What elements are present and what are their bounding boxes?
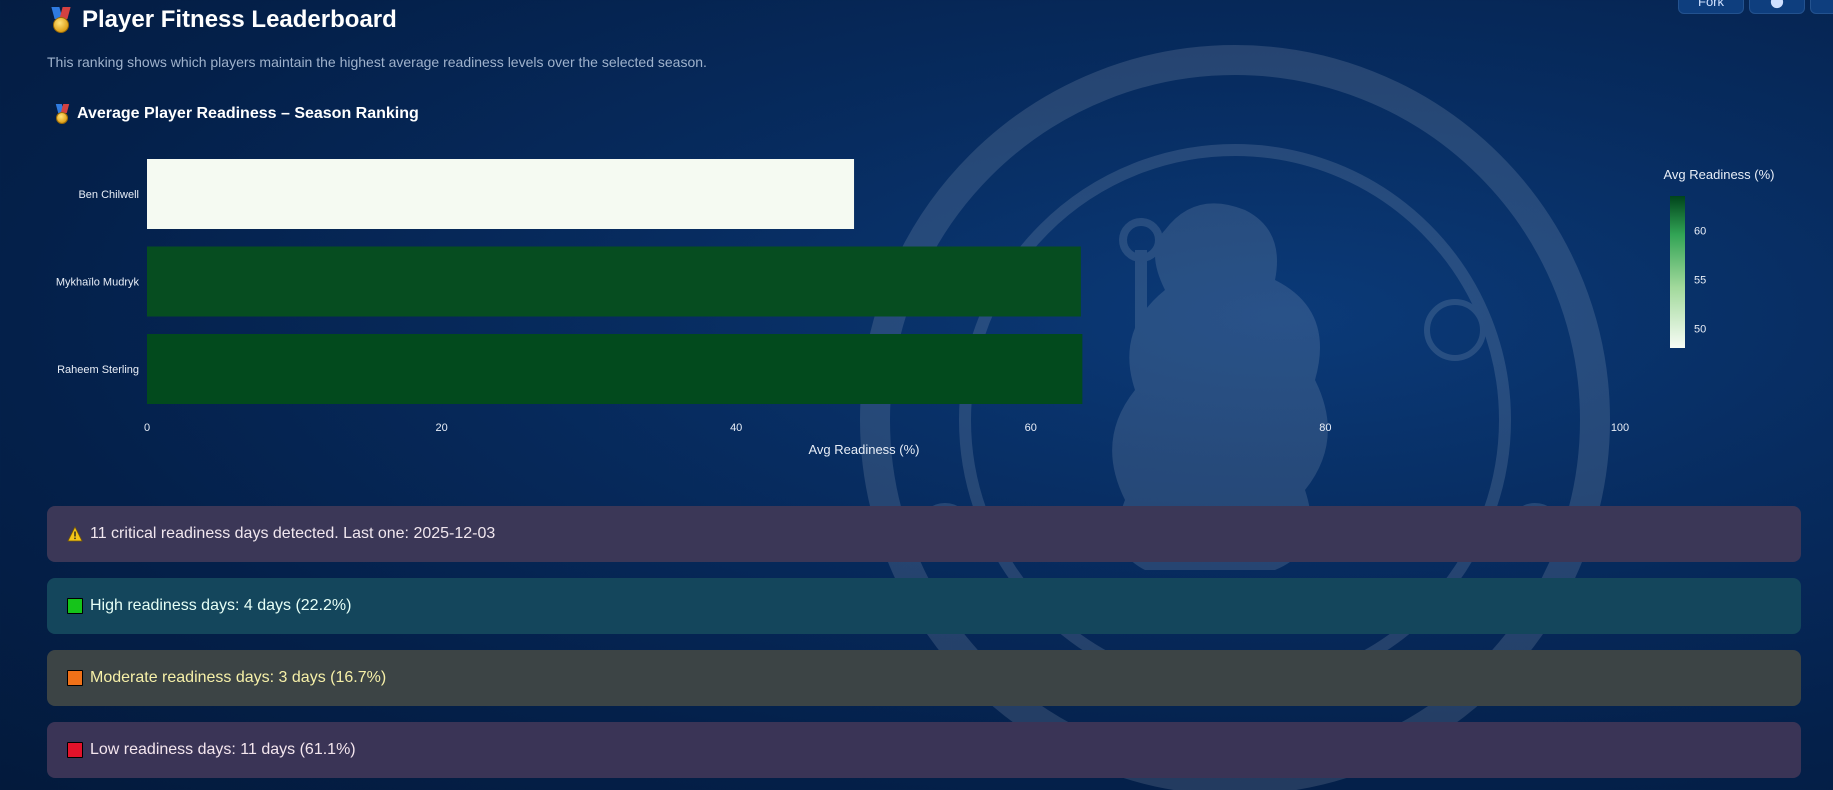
more-menu-button[interactable] xyxy=(1810,0,1833,14)
y-tick-label: Ben Chilwell xyxy=(78,189,139,201)
chart-section-title: Average Player Readiness – Season Rankin… xyxy=(54,104,419,124)
fork-button[interactable]: Fork xyxy=(1678,0,1744,14)
orange-square-icon xyxy=(67,670,83,686)
page-title-text: Player Fitness Leaderboard xyxy=(82,6,397,33)
colorbar-tick-label: 50 xyxy=(1694,323,1706,335)
x-tick-label: 0 xyxy=(144,422,150,434)
chart-svg: Ben Chilwell Mykhaïlo Mudryk Raheem Sterli… xyxy=(56,159,1775,457)
medal-icon xyxy=(50,7,72,33)
y-tick-label: Raheem Sterling xyxy=(57,364,139,376)
chart-section-title-text: Average Player Readiness – Season Rankin… xyxy=(77,105,419,122)
colorbar-title: Avg Readiness (%) xyxy=(1663,167,1774,182)
x-tick-label: 100 xyxy=(1611,422,1629,434)
github-icon xyxy=(1770,0,1784,9)
critical-days-alert: 11 critical readiness days detected. Las… xyxy=(47,506,1801,562)
alert-text: 11 critical readiness days detected. Las… xyxy=(90,525,496,542)
colorbar-tick-label: 55 xyxy=(1694,274,1706,286)
page-title: Player Fitness Leaderboard xyxy=(50,6,397,34)
x-axis-label: Avg Readiness (%) xyxy=(808,442,919,457)
alert-text: High readiness days: 4 days (22.2%) xyxy=(90,597,352,614)
high-readiness-alert: High readiness days: 4 days (22.2%) xyxy=(47,578,1801,634)
moderate-readiness-alert: Moderate readiness days: 3 days (16.7%) xyxy=(47,650,1801,706)
github-button[interactable] xyxy=(1749,0,1805,14)
alert-text: Low readiness days: 11 days (61.1%) xyxy=(90,741,356,758)
x-tick-label: 60 xyxy=(1025,422,1037,434)
x-tick-label: 40 xyxy=(730,422,742,434)
x-tick-label: 80 xyxy=(1319,422,1331,434)
warning-icon xyxy=(67,526,83,542)
alert-text: Moderate readiness days: 3 days (16.7%) xyxy=(90,669,387,686)
page-subtitle: This ranking shows which players maintai… xyxy=(47,54,707,70)
medal-icon xyxy=(54,104,71,124)
bar-mykha-lo-mudryk[interactable] xyxy=(147,246,1081,317)
bar-ben-chilwell[interactable] xyxy=(147,159,855,229)
green-square-icon xyxy=(67,598,83,614)
bar-raheem-sterling[interactable] xyxy=(147,334,1083,404)
red-square-icon xyxy=(67,742,83,758)
low-readiness-alert: Low readiness days: 11 days (61.1%) xyxy=(47,722,1801,778)
colorbar-tick-label: 60 xyxy=(1694,225,1706,237)
x-tick-label: 20 xyxy=(435,422,447,434)
colorbar xyxy=(1670,196,1685,348)
y-tick-label: Mykhaïlo Mudryk xyxy=(56,277,140,289)
readiness-bar-chart[interactable]: Ben Chilwell Mykhaïlo Mudryk Raheem Sterli… xyxy=(0,130,1833,470)
